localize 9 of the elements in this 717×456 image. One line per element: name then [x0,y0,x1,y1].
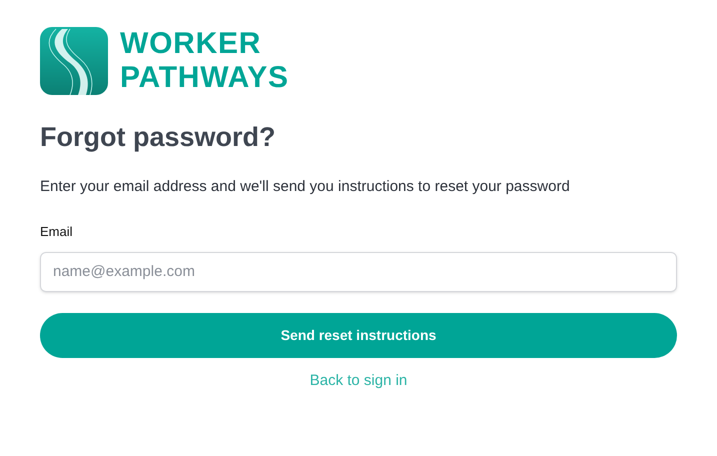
send-reset-button[interactable]: Send reset instructions [40,312,677,358]
page-heading: Forgot password? [40,121,276,154]
email-field[interactable]: name@example.com [40,252,677,292]
logo-text: PATHWAYS [120,61,289,95]
email-label: Email [40,223,74,241]
back-to-sign-in-link[interactable]: Back to sign in [310,370,408,392]
logo-text: WORKER [120,27,262,61]
road-logo-icon [40,27,108,95]
description-text: Enter your email address and we'll send you instructions to reset your password [40,176,571,196]
